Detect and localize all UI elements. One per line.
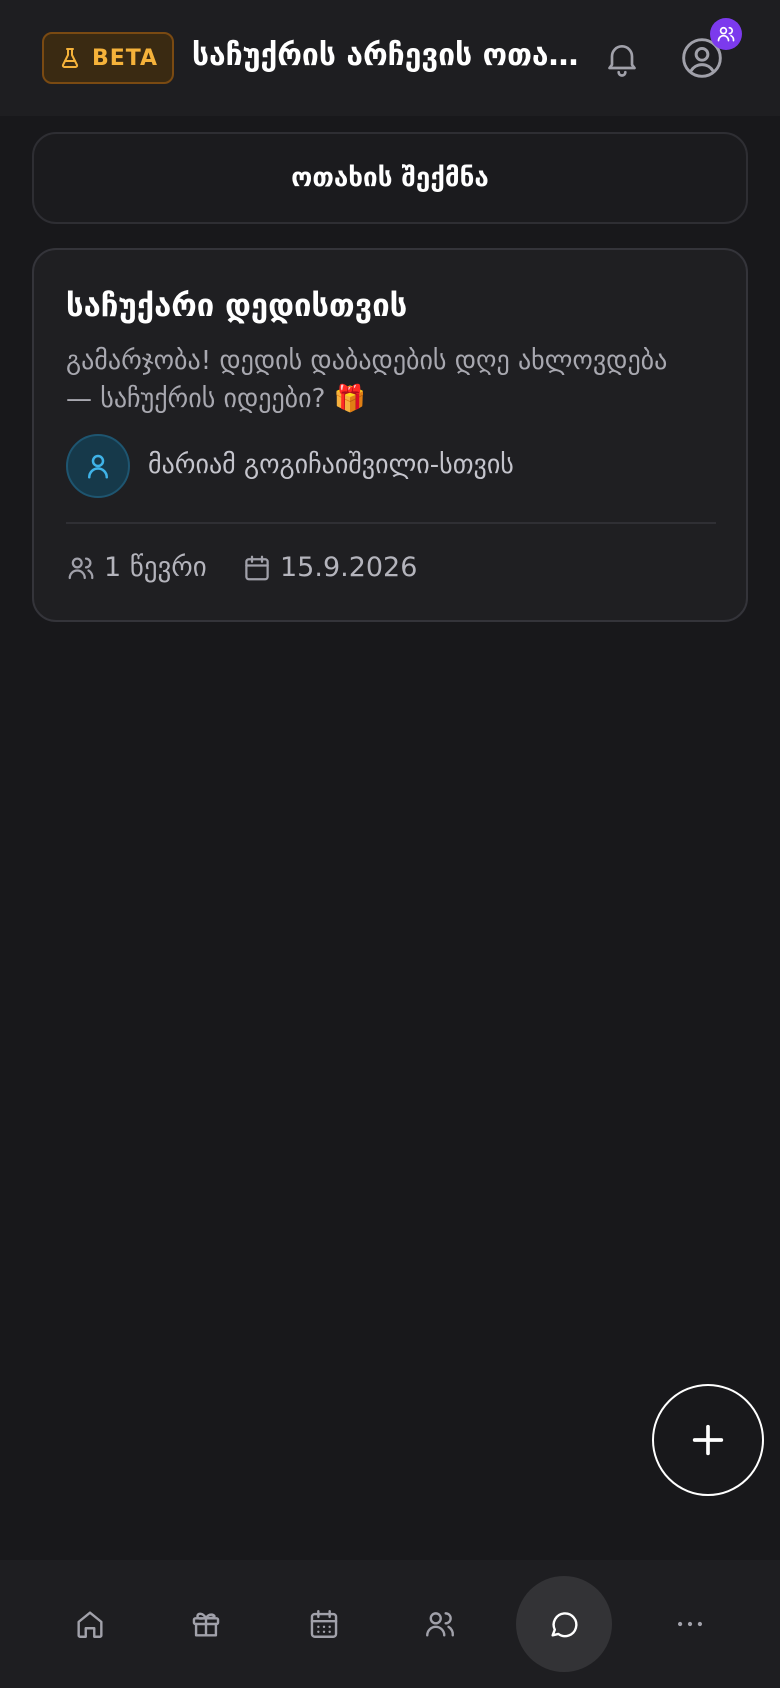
- calendar-icon: [245, 555, 269, 580]
- create-room-button[interactable]: ოთახის შექმნა: [32, 132, 748, 224]
- nav-chat[interactable]: [516, 1576, 612, 1672]
- room-card[interactable]: საჩუქარი დედისთვის გამარჯობა! დედის დაბა…: [32, 248, 748, 622]
- home-icon: [77, 1611, 103, 1638]
- recipient-avatar: [66, 434, 130, 498]
- plus-icon: [692, 1424, 724, 1456]
- chat-icon: [551, 1612, 578, 1638]
- more-icon: [677, 1621, 703, 1627]
- users-icon: [68, 557, 94, 579]
- user-icon: [88, 454, 108, 479]
- beta-label: BETA: [91, 45, 159, 71]
- top-app-bar: BETA საჩუქრის არჩევის ოთახები: [0, 0, 780, 116]
- calendar-icon: [310, 1610, 338, 1638]
- notifications-button[interactable]: [602, 36, 642, 80]
- users-icon: [426, 1612, 454, 1637]
- card-divider: [66, 522, 716, 524]
- members-label: 1 წევრი: [104, 552, 207, 583]
- group-badge[interactable]: [710, 18, 742, 50]
- beta-badge[interactable]: BETA: [42, 32, 174, 84]
- nav-more[interactable]: [642, 1560, 738, 1688]
- room-description: გამარჯობა! დედის დაბადების დღე ახლოვდება…: [66, 346, 668, 414]
- page-title: საჩუქრის არჩევის ოთახები: [192, 38, 580, 73]
- recipient-name: მარიამ გოგიჩაიშვილი-სთვის: [148, 450, 514, 480]
- members-count: 1 წევრი: [66, 552, 207, 583]
- bell-icon: [608, 45, 636, 77]
- add-room-fab[interactable]: [652, 1384, 764, 1496]
- users-icon: [717, 26, 735, 42]
- nav-gifts[interactable]: [158, 1560, 254, 1688]
- gift-icon: [192, 1612, 220, 1637]
- room-date: 15.9.2026: [242, 552, 417, 583]
- nav-home[interactable]: [42, 1560, 138, 1688]
- date-label: 15.9.2026: [280, 552, 418, 583]
- flask-icon: [61, 48, 79, 68]
- nav-people[interactable]: [392, 1560, 488, 1688]
- nav-calendar[interactable]: [276, 1560, 372, 1688]
- bottom-navigation: [0, 1560, 780, 1688]
- room-title: საჩუქარი დედისთვის: [66, 288, 408, 324]
